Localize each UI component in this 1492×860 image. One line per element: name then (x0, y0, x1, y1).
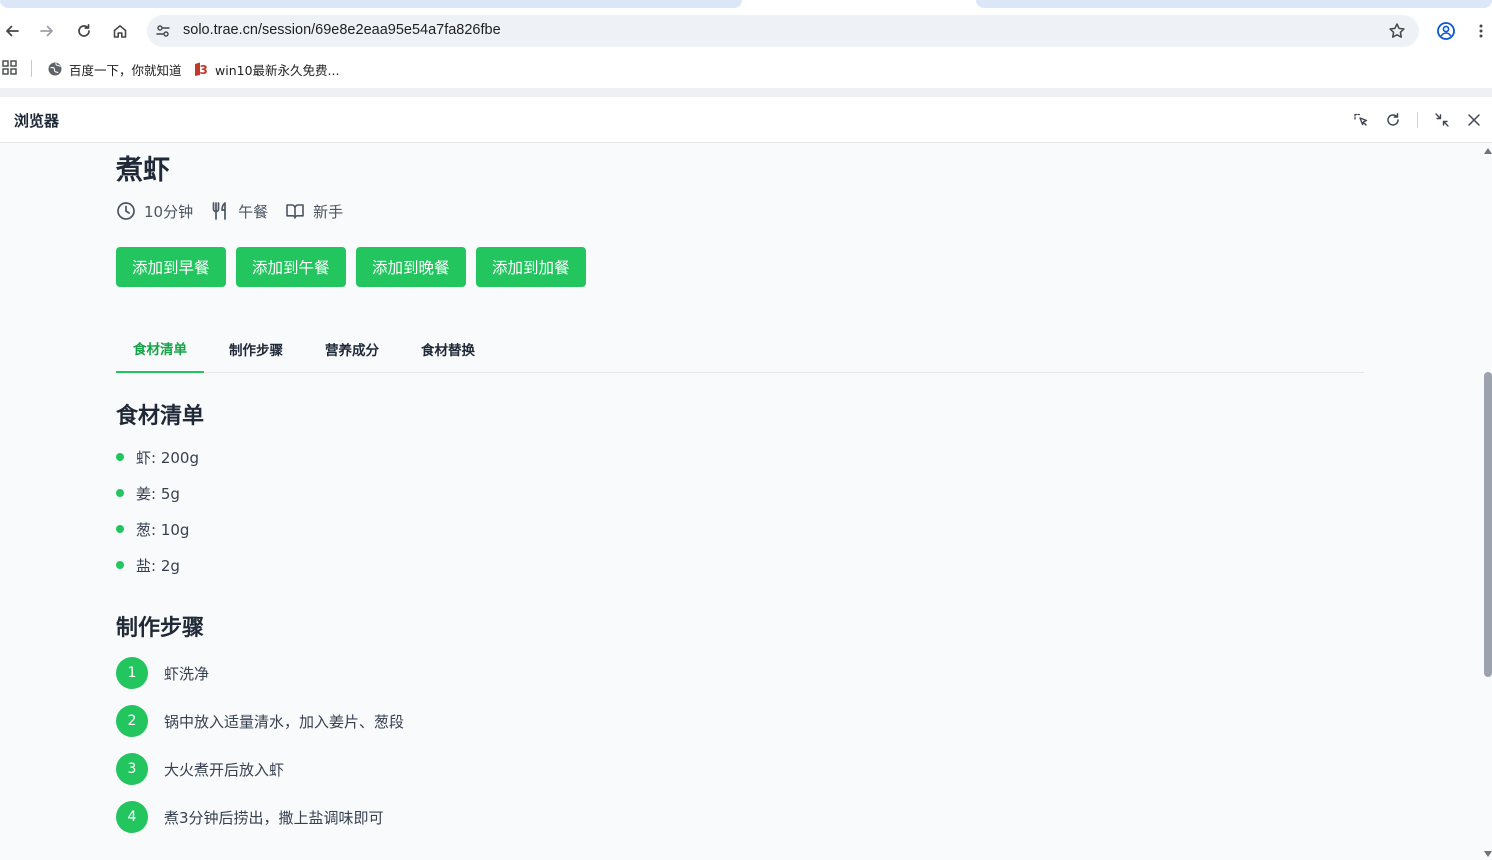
url-text[interactable]: solo.trae.cn/session/69e8e2eaa95e54a7fa8… (183, 22, 501, 38)
tab-nutrition[interactable]: 营养成分 (308, 324, 396, 373)
bookmark-star-icon[interactable] (1387, 21, 1407, 41)
address-bar[interactable]: solo.trae.cn/session/69e8e2eaa95e54a7fa8… (147, 15, 1419, 47)
recipe-content: 煮虾 10分钟 午餐 新手 添加到早餐 添加到午餐 添加到晚餐 添加到加餐 食材… (0, 143, 1480, 860)
tab-ingredients[interactable]: 食材清单 (116, 324, 204, 373)
ingredient-text: 葱: 10g (136, 520, 190, 539)
step-number-badge: 3 (116, 753, 148, 785)
scrollbar-thumb[interactable] (1484, 372, 1492, 677)
add-to-snack-button[interactable]: 添加到加餐 (476, 247, 586, 287)
tab-strip (0, 0, 1492, 9)
meta-meal: 午餐 (210, 201, 268, 222)
meta-difficulty-label: 新手 (313, 202, 344, 221)
step-number-badge: 1 (116, 657, 148, 689)
ingredients-heading: 食材清单 (116, 404, 205, 429)
forward-button[interactable] (32, 16, 62, 46)
ingredient-text: 姜: 5g (136, 484, 180, 503)
refresh-icon (1387, 113, 1399, 126)
more-vertical-icon (1479, 24, 1483, 38)
browser-menu-button[interactable] (1466, 16, 1492, 46)
chrome-divider (0, 88, 1492, 97)
profile-icon (1437, 22, 1455, 40)
clock-icon (117, 202, 135, 220)
step-item: 3 大火煮开后放入虾 (116, 753, 284, 785)
bookmark-label: 百度一下，你就知道 (69, 62, 182, 78)
arrow-left-icon (6, 25, 19, 37)
reload-button[interactable] (69, 16, 99, 46)
bullet-dot (116, 453, 124, 461)
svg-text:3: 3 (200, 63, 208, 77)
meta-time: 10分钟 (116, 201, 193, 222)
browser-tab[interactable] (976, 0, 1492, 8)
meta-time-label: 10分钟 (144, 202, 194, 221)
ingredient-text: 虾: 200g (136, 448, 199, 467)
close-button[interactable] (1464, 110, 1484, 130)
close-icon (1468, 114, 1480, 126)
bullet-dot (116, 525, 124, 533)
home-button[interactable] (105, 16, 135, 46)
ingredient-text: 盐: 2g (136, 556, 180, 575)
ingredient-item: 姜: 5g (116, 483, 180, 503)
ingredient-item: 虾: 200g (116, 447, 199, 467)
step-item: 2 锅中放入适量清水，加入姜片、葱段 (116, 705, 404, 737)
panel-header: 浏览器 (0, 97, 1492, 143)
scroll-down-arrow-icon[interactable] (1484, 851, 1492, 857)
refresh-button[interactable] (1383, 110, 1403, 130)
bookmarks-separator (31, 60, 32, 77)
add-to-breakfast-button[interactable]: 添加到早餐 (116, 247, 226, 287)
ingredient-item: 盐: 2g (116, 555, 180, 575)
bullet-dot (116, 489, 124, 497)
collapse-icon (1435, 113, 1449, 127)
select-element-icon (1354, 113, 1368, 126)
bookmark-win10[interactable]: 3 win10最新永久免费... (193, 59, 339, 79)
tab-substitutes[interactable]: 食材替换 (404, 324, 492, 373)
step-text: 虾洗净 (164, 664, 210, 683)
panel-title: 浏览器 (14, 112, 60, 130)
collapse-button[interactable] (1432, 110, 1452, 130)
back-button[interactable] (0, 16, 27, 46)
meta-meal-label: 午餐 (238, 202, 269, 221)
step-item: 4 煮3分钟后捞出，撒上盐调味即可 (116, 801, 384, 833)
bullet-dot (116, 561, 124, 569)
utensils-icon (212, 202, 226, 220)
bookmark-baidu[interactable]: 百度一下，你就知道 (47, 59, 182, 79)
select-element-button[interactable] (1351, 110, 1371, 130)
step-number-badge: 2 (116, 705, 148, 737)
browser-toolbar: solo.trae.cn/session/69e8e2eaa95e54a7fa8… (0, 9, 1492, 54)
step-text: 锅中放入适量清水，加入姜片、葱段 (164, 712, 405, 731)
home-icon (113, 25, 127, 38)
step-text: 大火煮开后放入虾 (164, 760, 285, 779)
step-item: 1 虾洗净 (116, 657, 209, 689)
step-number-badge: 4 (116, 801, 148, 833)
arrow-right-icon (40, 25, 53, 37)
book-open-icon (286, 204, 304, 219)
site-info-icon[interactable] (154, 22, 172, 40)
reload-icon (78, 23, 90, 37)
step-text: 煮3分钟后捞出，撒上盐调味即可 (164, 808, 384, 827)
recipe-meta: 10分钟 午餐 新手 (116, 200, 360, 222)
bookmark-label: win10最新永久免费... (215, 62, 340, 78)
panel-separator (1417, 112, 1418, 128)
profile-button[interactable] (1431, 16, 1461, 46)
b-logo-icon: 3 (193, 61, 209, 77)
tab-steps[interactable]: 制作步骤 (212, 324, 300, 373)
browser-tab[interactable] (0, 0, 742, 8)
add-to-dinner-button[interactable]: 添加到晚餐 (356, 247, 466, 287)
ingredient-item: 葱: 10g (116, 519, 189, 539)
bookmarks-bar: 百度一下，你就知道 3 win10最新永久免费... (0, 54, 1492, 84)
globe-icon (47, 61, 63, 77)
recipe-tabs: 食材清单 制作步骤 营养成分 食材替换 (116, 324, 1364, 373)
add-to-lunch-button[interactable]: 添加到午餐 (236, 247, 346, 287)
meta-difficulty: 新手 (285, 201, 343, 222)
apps-grid-icon[interactable] (1, 59, 19, 77)
steps-heading: 制作步骤 (116, 616, 205, 641)
recipe-title: 煮虾 (116, 155, 170, 186)
scroll-up-arrow-icon[interactable] (1484, 148, 1492, 154)
